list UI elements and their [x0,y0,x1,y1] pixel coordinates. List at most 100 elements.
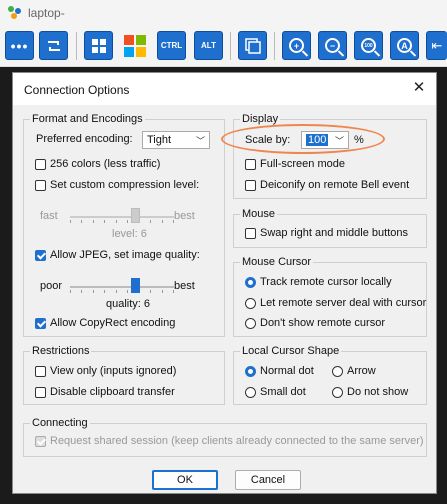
radio-label: Do not show [347,386,409,398]
arrow-icon: ⇤ [431,37,443,53]
quality-slider-ticks [70,290,174,293]
group-label: Restrictions [30,345,92,357]
radio-circle [245,317,256,329]
radio-circle [332,386,343,398]
view-only-checkbox[interactable]: View only (inputs ignored) [35,365,176,377]
checkbox-label: Deiconify on remote Bell event [260,179,410,191]
dialog-header: Connection Options ✕ [13,73,436,105]
server-cursor-radio[interactable]: Let remote server deal with cursor [245,297,426,309]
do-not-show-radio[interactable]: Do not show [332,386,408,398]
arrow-radio[interactable]: Arrow [332,365,376,377]
radio-circle [245,386,256,398]
chevron-down-icon: ﹀ [195,136,205,146]
options-button[interactable]: ••• [5,31,34,60]
allow-jpeg-checkbox[interactable]: Allow JPEG, set image quality: [35,249,200,261]
checkbox-box [35,435,46,447]
restrictions-group: Restrictions View only (inputs ignored) … [23,345,225,405]
checkbox-label: Allow JPEG, set image quality: [50,249,200,261]
track-cursor-radio[interactable]: Track remote cursor locally [245,276,392,288]
radio-label: Normal dot [260,365,314,377]
custom-compression-checkbox[interactable]: Set custom compression level: [35,179,199,191]
normal-dot-radio[interactable]: Normal dot [245,365,314,377]
refresh-icon [47,40,60,51]
local-cursor-group: Local Cursor Shape Normal dot Arrow Smal… [233,345,427,405]
checkbox-box [35,365,46,377]
ctrl-alt-del-button[interactable] [84,31,113,60]
radio-label: Small dot [260,386,306,398]
clipboard-icon [244,37,261,54]
refresh-screen-button[interactable] [39,31,68,60]
fullscreen-checkbox[interactable]: Full-screen mode [245,158,345,170]
mouse-cursor-group: Mouse Cursor Track remote cursor locally… [233,256,427,337]
radio-circle [245,276,256,288]
zoom-out-button[interactable]: − [318,31,347,60]
zoom-in-button[interactable]: + [282,31,311,60]
swap-buttons-checkbox[interactable]: Swap right and middle buttons [245,227,408,239]
windows-logo-icon [123,34,146,57]
checkbox-label: Request shared session (keep clients alr… [50,435,424,447]
checkbox-box [35,179,46,191]
checkbox-box [35,158,46,170]
zoom-auto-button[interactable]: A [390,31,419,60]
group-label: Local Cursor Shape [240,345,342,357]
zoom-100-icon: 100 [361,38,376,53]
group-label: Connecting [30,417,90,429]
disable-clipboard-checkbox[interactable]: Disable clipboard transfer [35,386,175,398]
alt-key-button[interactable]: ALT [194,31,223,60]
select-value: Tight [147,134,172,146]
preferred-encoding-select[interactable]: Tight ﹀ [142,131,210,149]
clipboard-button[interactable] [238,31,267,60]
checkbox-label: Full-screen mode [260,158,345,170]
close-icon[interactable]: ✕ [410,79,428,97]
radio-circle [245,365,256,377]
zoom-100-button[interactable]: 100 [354,31,383,60]
poor-label: poor [40,280,63,292]
checkbox-box [245,158,256,170]
preferred-encoding-label: Preferred encoding: [36,133,133,145]
compression-slider[interactable] [70,216,174,218]
radio-circle [332,365,343,377]
app-icon [8,6,22,20]
checkbox-label: Allow CopyRect encoding [50,317,176,329]
copyrect-checkbox[interactable]: Allow CopyRect encoding [35,317,175,329]
toolbar: ••• CTRL ALT + − 100 A ⇤ [0,26,447,67]
radio-label: Don't show remote cursor [260,317,385,329]
zoom-out-icon: − [325,38,340,53]
shared-session-checkbox[interactable]: Request shared session (keep clients alr… [35,435,424,447]
radio-label: Arrow [347,365,376,377]
quality-label: quality: 6 [106,298,151,310]
checkbox-label: Set custom compression level: [50,179,200,191]
checkbox-box [35,249,46,261]
ctrl-key-button[interactable]: CTRL [157,31,186,60]
connecting-group: Connecting Request shared session (keep … [23,417,427,457]
compression-slider-thumb[interactable] [131,208,140,223]
hide-cursor-radio[interactable]: Don't show remote cursor [245,317,385,329]
checkbox-box [245,179,256,191]
dots-icon: ••• [10,37,29,54]
level-label: level: 6 [112,228,147,240]
checkbox-box [245,227,256,239]
cancel-button[interactable]: Cancel [235,470,301,490]
quality-slider[interactable] [70,286,174,288]
zoom-in-icon: + [289,38,304,53]
checkbox-label: 256 colors (less traffic) [50,158,161,170]
best-quality-label: best [174,280,195,292]
mouse-group: Mouse Swap right and middle buttons [233,208,427,248]
checkbox-label: View only (inputs ignored) [50,365,177,377]
checkbox-label: Disable clipboard transfer [50,386,175,398]
checkbox-label: Swap right and middle buttons [260,227,408,239]
group-label: Mouse Cursor [240,256,314,268]
checkbox-box [35,386,46,398]
group-label: Format and Encodings [30,113,145,125]
grid-icon [91,38,106,53]
compression-slider-ticks [70,220,174,223]
quality-slider-thumb[interactable] [131,278,140,293]
small-dot-radio[interactable]: Small dot [245,386,306,398]
checkbox-box [35,317,46,329]
256-colors-checkbox[interactable]: 256 colors (less traffic) [35,158,160,170]
windows-key-button[interactable] [120,31,149,60]
fullscreen-button[interactable]: ⇤ [426,31,447,60]
deiconify-checkbox[interactable]: Deiconify on remote Bell event [245,179,409,191]
dialog-title: Connection Options [24,83,130,97]
ok-button[interactable]: OK [152,470,218,490]
